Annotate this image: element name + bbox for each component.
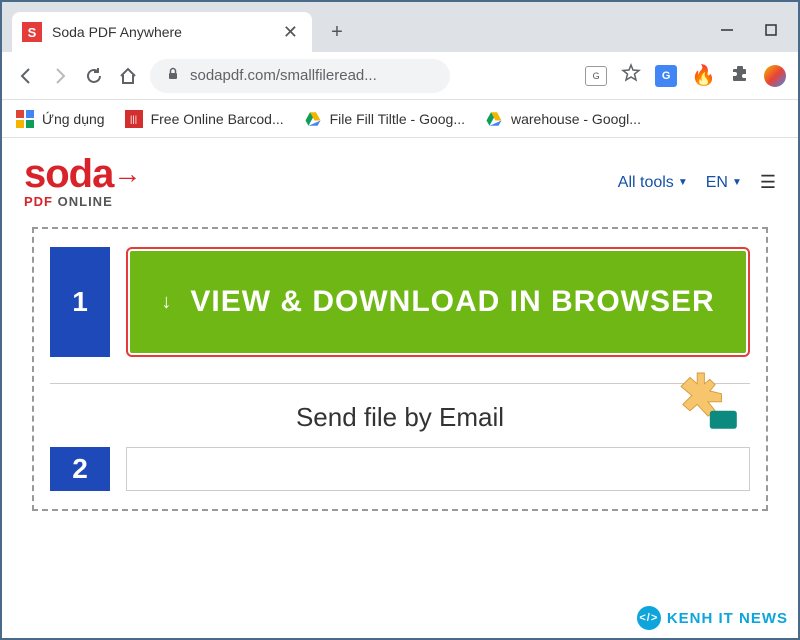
language-dropdown[interactable]: EN ▼ [706, 174, 742, 192]
new-tab-button[interactable]: + [322, 17, 352, 47]
logo-text: soda [24, 156, 113, 192]
browser-titlebar: S Soda PDF Anywhere ✕ + [2, 2, 798, 52]
email-section-title: Send file by Email [50, 402, 750, 433]
google-translate-ext-icon[interactable]: G [655, 65, 677, 87]
divider [50, 383, 750, 384]
url-text: sodapdf.com/smallfileread... [190, 67, 377, 84]
caret-down-icon: ▼ [732, 177, 742, 188]
hand-pointer-icon [654, 355, 744, 445]
bookmark-barcode[interactable]: ||| Free Online Barcod... [125, 110, 284, 128]
menu-label: EN [706, 174, 728, 192]
logo-arrow-icon: → [113, 158, 141, 190]
translate-icon[interactable]: G [585, 66, 607, 86]
drive-icon [304, 110, 322, 128]
bookmark-drive-1[interactable]: File Fill Tiltle - Goog... [304, 110, 465, 128]
button-label: VIEW & DOWNLOAD IN BROWSER [190, 285, 714, 319]
download-button-highlight: ↓ VIEW & DOWNLOAD IN BROWSER [126, 247, 750, 357]
page-header: soda → PDF ONLINE All tools ▼ EN ▼ ☰ [2, 138, 798, 227]
tab-title: Soda PDF Anywhere [52, 24, 273, 40]
bookmark-label: File Fill Tiltle - Goog... [330, 111, 465, 127]
reload-button[interactable] [82, 64, 106, 88]
bookmark-star-icon[interactable] [621, 63, 641, 88]
back-button[interactable] [14, 64, 38, 88]
drive-icon [485, 110, 503, 128]
tab-favicon: S [22, 22, 42, 42]
browser-navbar: sodapdf.com/smallfileread... G G 🔥 [2, 52, 798, 100]
step-1-row: 1 ↓ VIEW & DOWNLOAD IN BROWSER [50, 247, 750, 357]
maximize-button[interactable] [764, 23, 778, 37]
browser-tab[interactable]: S Soda PDF Anywhere ✕ [12, 12, 312, 52]
view-download-button[interactable]: ↓ VIEW & DOWNLOAD IN BROWSER [130, 251, 746, 353]
soda-logo[interactable]: soda → PDF ONLINE [24, 156, 141, 209]
lock-icon [166, 67, 180, 84]
bookmark-apps[interactable]: Ứng dụng [16, 110, 105, 128]
address-bar[interactable]: sodapdf.com/smallfileread... [150, 59, 450, 93]
minimize-button[interactable] [720, 23, 734, 37]
bookmark-label: Ứng dụng [42, 111, 105, 127]
apps-icon [16, 110, 34, 128]
tab-close-button[interactable]: ✕ [283, 22, 298, 43]
download-panel: 1 ↓ VIEW & DOWNLOAD IN BROWSER Send file… [32, 227, 768, 511]
window-controls [720, 23, 798, 52]
caret-down-icon: ▼ [678, 177, 688, 188]
bookmark-label: warehouse - Googl... [511, 111, 641, 127]
home-button[interactable] [116, 64, 140, 88]
watermark-icon: </> [637, 606, 661, 630]
bookmark-label: Free Online Barcod... [151, 111, 284, 127]
page-content: soda → PDF ONLINE All tools ▼ EN ▼ ☰ 1 [2, 138, 798, 511]
menu-label: All tools [618, 174, 674, 192]
menu-burger-icon[interactable]: ☰ [760, 172, 776, 193]
extensions-icon[interactable] [730, 63, 750, 88]
forward-button[interactable] [48, 64, 72, 88]
tools-menu: All tools ▼ EN ▼ ☰ [618, 172, 776, 193]
step-number-1: 1 [50, 247, 110, 357]
watermark-text: KENH IT NEWS [667, 610, 788, 627]
bookmarks-bar: Ứng dụng ||| Free Online Barcod... File … [2, 100, 798, 138]
logo-subtitle: PDF ONLINE [24, 194, 141, 209]
profile-avatar[interactable] [764, 65, 786, 87]
step-2-row: 2 [50, 447, 750, 491]
step-number-2: 2 [50, 447, 110, 491]
download-icon: ↓ [161, 291, 172, 314]
barcode-icon: ||| [125, 110, 143, 128]
watermark: </> KENH IT NEWS [637, 606, 788, 630]
all-tools-dropdown[interactable]: All tools ▼ [618, 174, 688, 192]
fire-ext-icon[interactable]: 🔥 [691, 63, 716, 88]
email-input[interactable] [126, 447, 750, 491]
bookmark-drive-2[interactable]: warehouse - Googl... [485, 110, 641, 128]
